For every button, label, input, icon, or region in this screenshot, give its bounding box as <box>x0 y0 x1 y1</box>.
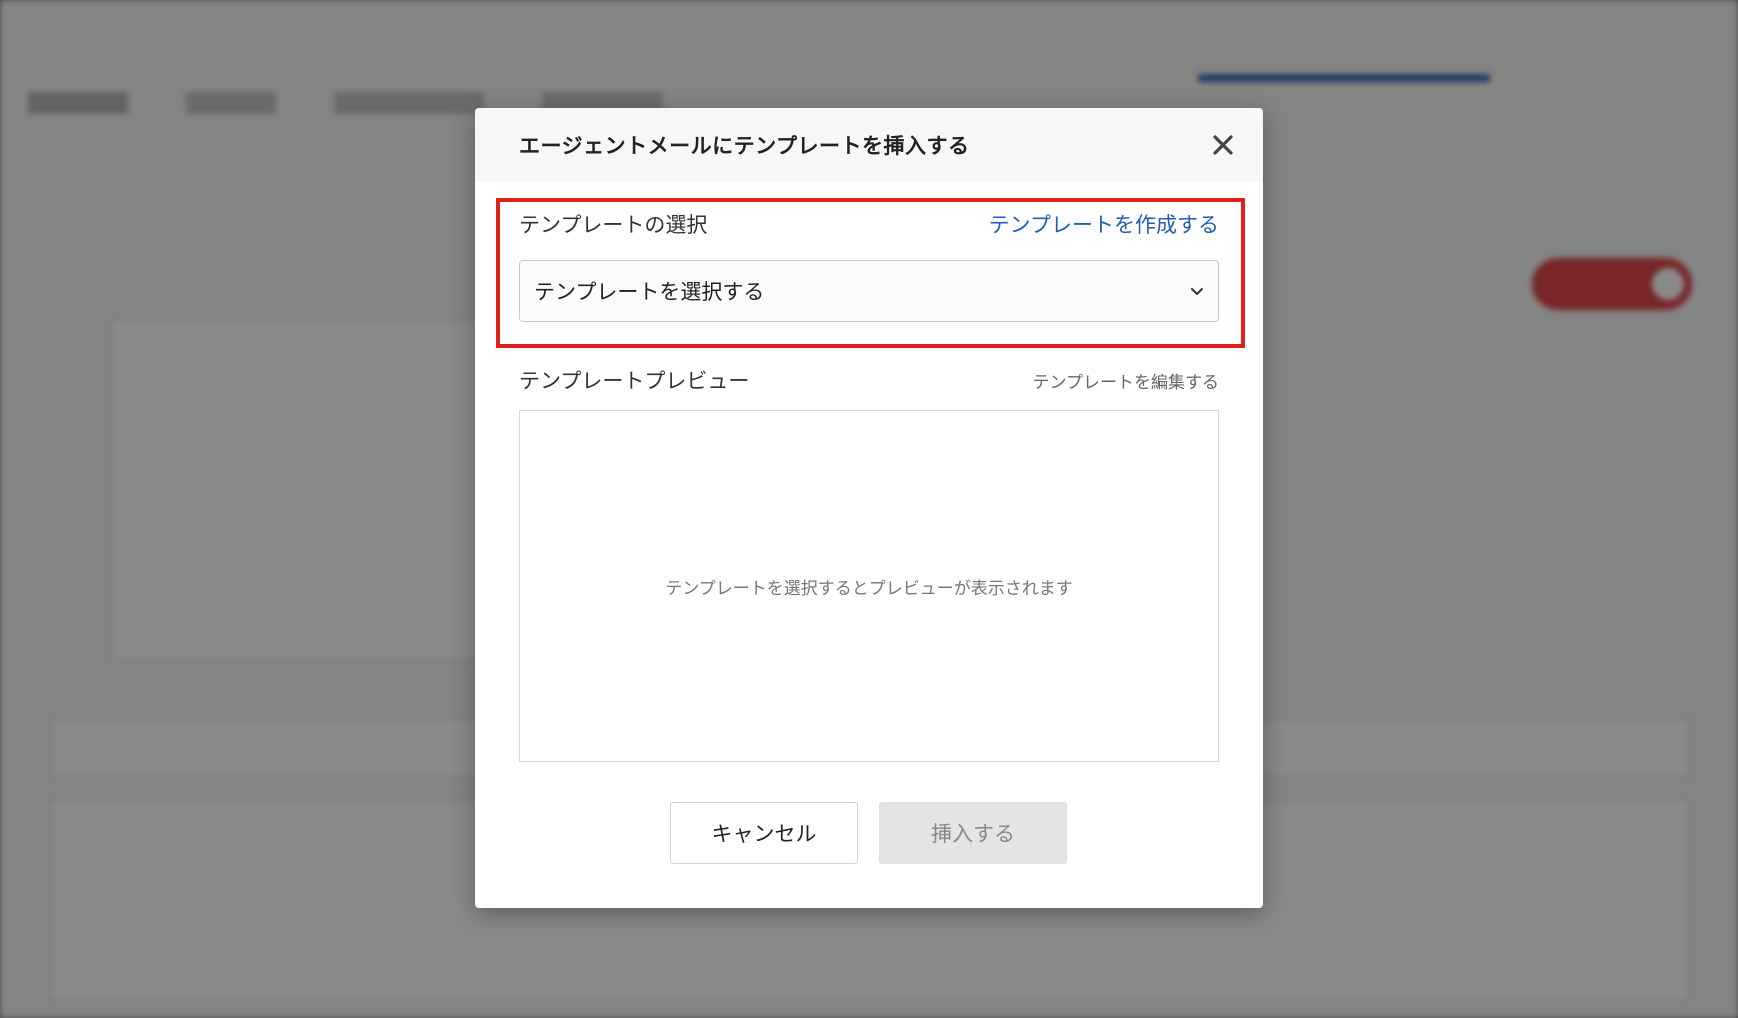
insert-button[interactable]: 挿入する <box>879 802 1067 864</box>
modal-header: エージェントメールにテンプレートを挿入する <box>475 108 1263 182</box>
template-select-dropdown[interactable]: テンプレートを選択する <box>519 260 1219 322</box>
close-button[interactable] <box>1203 125 1243 165</box>
preview-placeholder: テンプレートを選択するとプレビューが表示されます <box>665 578 1073 599</box>
template-preview-header: テンプレートプレビュー テンプレートを編集する <box>519 360 1219 400</box>
template-preview-label: テンプレートプレビュー <box>519 369 750 393</box>
insert-template-modal: エージェントメールにテンプレートを挿入する テンプレートの選択 テンプレートを作… <box>475 108 1263 908</box>
close-icon <box>1213 135 1233 155</box>
template-select-label: テンプレートの選択 <box>519 213 708 237</box>
cancel-button[interactable]: キャンセル <box>670 802 858 864</box>
template-select-header: テンプレートの選択 テンプレートを作成する <box>519 204 1219 244</box>
template-preview-area: テンプレートを選択するとプレビューが表示されます <box>519 410 1219 762</box>
chevron-down-icon <box>1191 288 1203 295</box>
modal-title: エージェントメールにテンプレートを挿入する <box>519 134 970 158</box>
template-select-value: テンプレートを選択する <box>534 280 765 304</box>
create-template-link[interactable]: テンプレートを作成する <box>989 209 1219 239</box>
edit-template-link[interactable]: テンプレートを編集する <box>1033 368 1220 393</box>
